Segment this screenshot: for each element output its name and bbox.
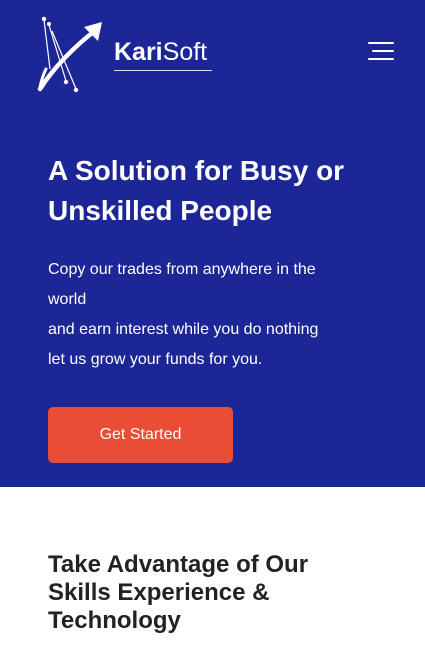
features-section: Take Advantage of Our Skills Experience … [0, 487, 425, 645]
logo-text-bold: Kari [114, 38, 163, 66]
hero-description-line: and earn interest while you do nothing [48, 321, 319, 338]
menu-line [368, 42, 394, 44]
menu-line [372, 50, 394, 52]
hero-description-line: Copy our trades from anywhere in the wor… [48, 261, 316, 308]
hero-description-line: let us grow your funds for you. [48, 351, 263, 368]
hero-title: A Solution for Busy or Unskilled People [48, 155, 345, 226]
logo-wordmark: KariSoft [114, 37, 207, 67]
logo[interactable]: KariSoft [36, 15, 226, 95]
menu-line [368, 58, 394, 60]
arrow-swoosh-icon [37, 16, 102, 93]
logo-text-light: Soft [162, 38, 208, 66]
get-started-button[interactable]: Get Started [48, 407, 233, 463]
section-title: Take Advantage of Our Skills Experience … [48, 551, 309, 634]
hamburger-menu-icon[interactable] [366, 41, 396, 63]
hero-description: Copy our trades from anywhere in the wor… [48, 255, 358, 375]
logo-underline [114, 70, 212, 71]
hero-section: KariSoft A Solution for Busy or Unskille… [0, 0, 425, 487]
